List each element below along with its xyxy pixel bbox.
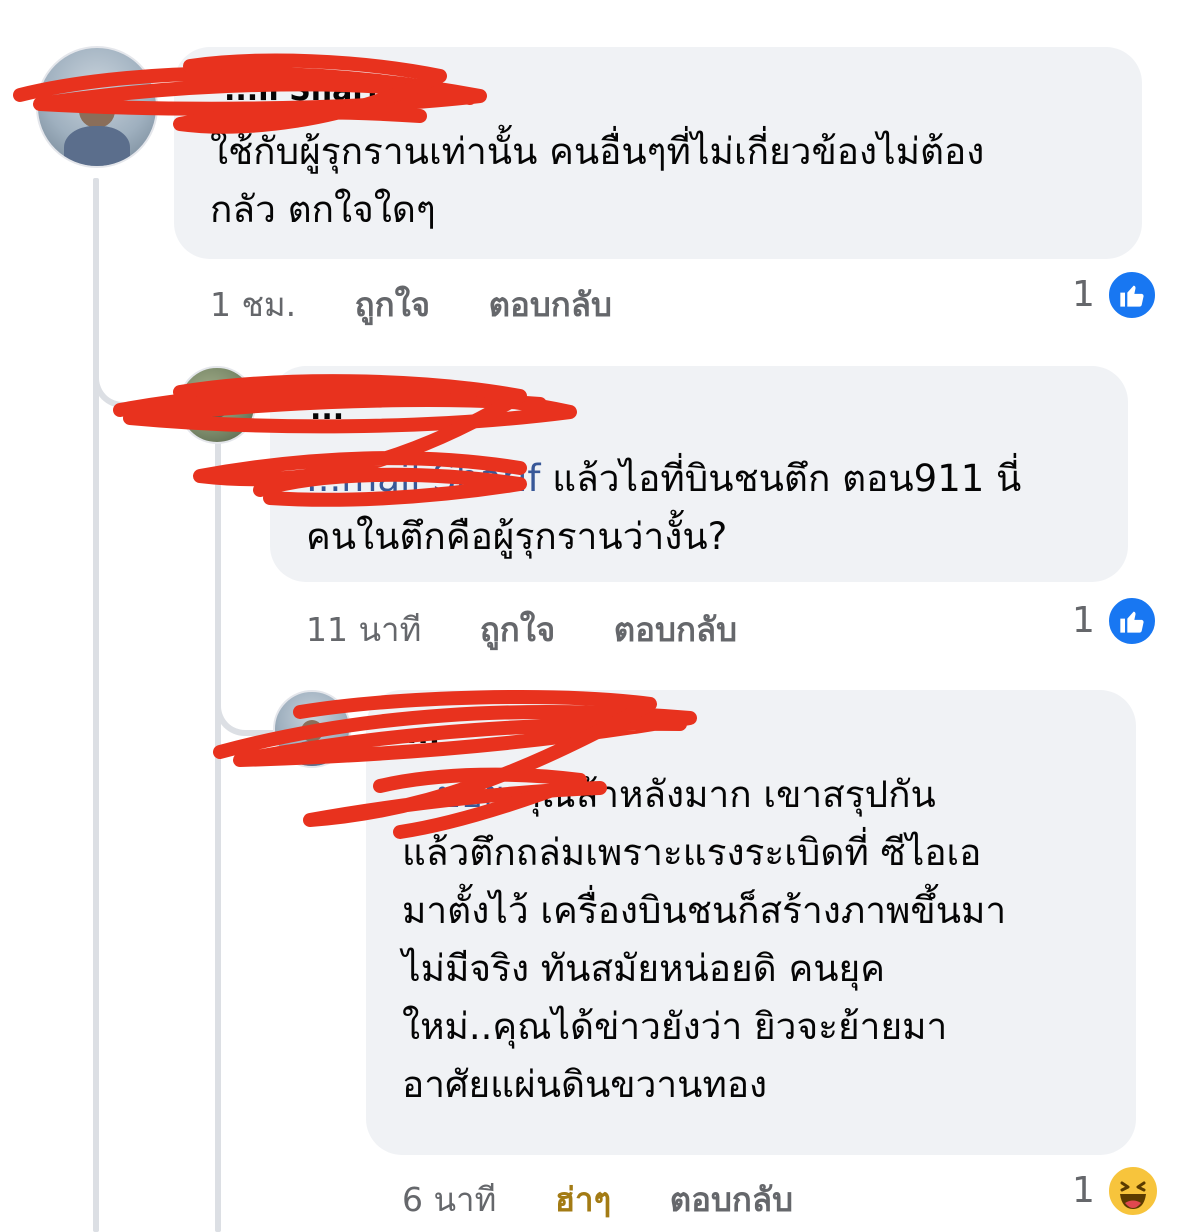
comment-bubble: ...il Sharif ใช้กับผู้รุกรานเท่านั้น คนอ… [174,47,1142,259]
avatar[interactable] [178,366,256,444]
comment-meta: 1 ชม. ถูกใจ ตอบกลับ [210,278,660,331]
avatar-head [79,92,115,129]
comment-line: ใหม่..คุณได้ข่าวยังว่า ยิวจะย้ายมา [402,1005,948,1048]
comment-line: อาศัยแผ่นดินขวานทอง [402,1063,768,1106]
comment-line: ใช้กับผู้รุกรานเท่านั้น คนอื่นๆที่ไม่เกี… [210,130,985,173]
comment-time[interactable]: 6 นาที [402,1180,496,1219]
thread-curve-reply-1 [93,330,179,408]
avatar-head [205,396,229,419]
avatar[interactable] [36,46,158,168]
commenter-name[interactable]: ... [406,716,440,751]
comment-line-first: แล้วไอที่บินชนตึก ตอน911 นี่ [552,457,1022,500]
thread-line-reply [215,440,221,1232]
comment-line: ...บอย คุณล้าหลังมาก เขาสรุปกัน [402,766,1006,824]
comment-meta: 6 นาที ฮ่าๆ ตอบกลับ [402,1173,841,1226]
comment-line: ไม่มีจริง ทันสมัยหน่อยดิ คนยุค [402,947,885,990]
avatar-body [63,125,131,166]
avatar-head [300,720,324,743]
comment-line-first: คุณล้าหลังมาก เขาสรุปกัน [516,773,936,816]
comment-meta: 11 นาที ถูกใจ ตอบกลับ [306,603,785,656]
like-icon[interactable] [1106,595,1158,647]
comment-line: มาตั้งไว้ เครื่องบินชนก็สร้างภาพขึ้นมา [402,889,1007,932]
comment-line: กลัว ตกใจใดๆ [210,188,436,231]
avatar[interactable] [273,690,351,768]
comment-bubble: ... ...mail Sharif แล้วไอที่บินชนตึก ตอน… [270,366,1128,582]
reply-button[interactable]: ตอบกลับ [614,610,737,649]
reaction-count[interactable]: 1 [1072,1170,1095,1211]
comment-line: แล้วตึกถล่มเพราะแรงระเบิดที่ ซีไอเอ [402,831,982,874]
reply-button[interactable]: ตอบกลับ [670,1180,793,1219]
comment-text: ใช้กับผู้รุกรานเท่านั้น คนอื่นๆที่ไม่เกี… [210,123,984,239]
reply-button[interactable]: ตอบกลับ [489,285,612,324]
haha-icon[interactable] [1106,1164,1160,1218]
commenter-name[interactable]: ... [310,392,344,427]
reaction-count[interactable]: 1 [1072,274,1095,315]
like-button[interactable]: ถูกใจ [355,285,430,324]
commenter-name[interactable]: ...il Sharif [224,73,391,108]
comment-time[interactable]: 1 ชม. [210,285,296,324]
haha-button[interactable]: ฮ่าๆ [555,1180,611,1219]
comment-line: ...mail Sharif แล้วไอที่บินชนตึก ตอน911 … [306,450,1021,508]
like-icon[interactable] [1106,269,1158,321]
avatar-body [291,740,333,766]
mention-link[interactable]: ...mail Sharif [306,457,540,500]
comment-time[interactable]: 11 นาที [306,610,421,649]
like-button[interactable]: ถูกใจ [480,610,555,649]
comment-text: ...mail Sharif แล้วไอที่บินชนตึก ตอน911 … [306,450,1021,566]
comment-line: คนในตึกคือผู้รุกรานว่างั้น? [306,515,728,558]
reaction-count[interactable]: 1 [1072,600,1095,641]
comment-bubble: ... ...บอย คุณล้าหลังมาก เขาสรุปกัน แล้ว… [366,690,1136,1155]
mention-link[interactable]: ...บอย [402,773,505,816]
comment-text: ...บอย คุณล้าหลังมาก เขาสรุปกัน แล้วตึกถ… [402,766,1006,1114]
